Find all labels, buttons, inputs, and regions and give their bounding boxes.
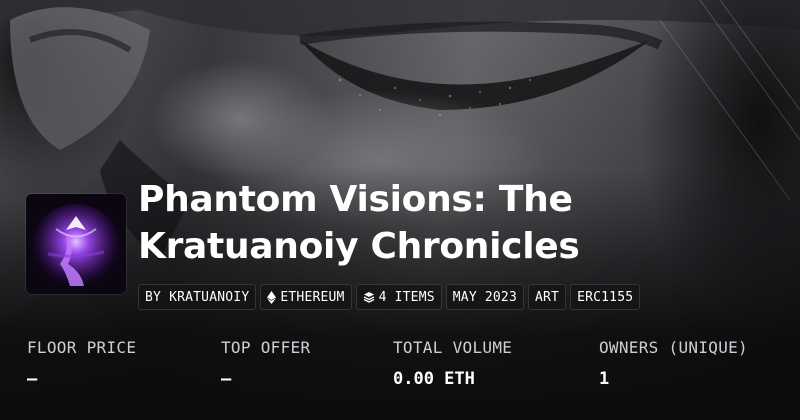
stat-floor-price: FLOOR PRICE — [27,338,136,389]
date-label: MAY 2023 [452,289,517,305]
items-label: 4 ITEMS [378,289,435,305]
stat-value: 0.00 ETH [393,369,475,389]
items-tag[interactable]: 4 ITEMS [355,284,442,310]
chain-tag[interactable]: ETHEREUM [260,284,352,310]
ethereum-icon [267,290,277,304]
stat-label: TOP OFFER [221,338,311,357]
chain-label: ETHEREUM [280,289,345,305]
creator-label: BY KRATUANOIY [145,289,250,305]
stat-value: — [27,369,38,389]
token-standard-label: ERC1155 [577,289,634,305]
stat-label: FLOOR PRICE [27,338,137,357]
stat-label: OWNERS (UNIQUE) [599,338,748,357]
layers-icon [363,291,375,303]
creator-tag[interactable]: BY KRATUANOIY [138,284,257,310]
stat-label: TOTAL VOLUME [393,338,513,357]
stat-value: — [221,369,232,389]
date-tag: MAY 2023 [445,284,524,310]
stat-total-volume: TOTAL VOLUME 0.00 ETH [393,338,512,389]
stat-owners: OWNERS (UNIQUE) 1 [599,338,748,389]
token-standard-tag: ERC1155 [570,284,641,310]
collection-tags: BY KRATUANOIY ETHEREUM 4 ITEMS MAY 2023 … [138,284,641,310]
collection-title: Phantom Visions: The Kratuanoiy Chronicl… [138,179,580,267]
stat-value: 1 [599,369,610,389]
category-label: ART [534,289,560,305]
stat-top-offer: TOP OFFER — [221,338,310,389]
category-tag[interactable]: ART [527,284,567,310]
collection-avatar[interactable] [26,194,126,294]
